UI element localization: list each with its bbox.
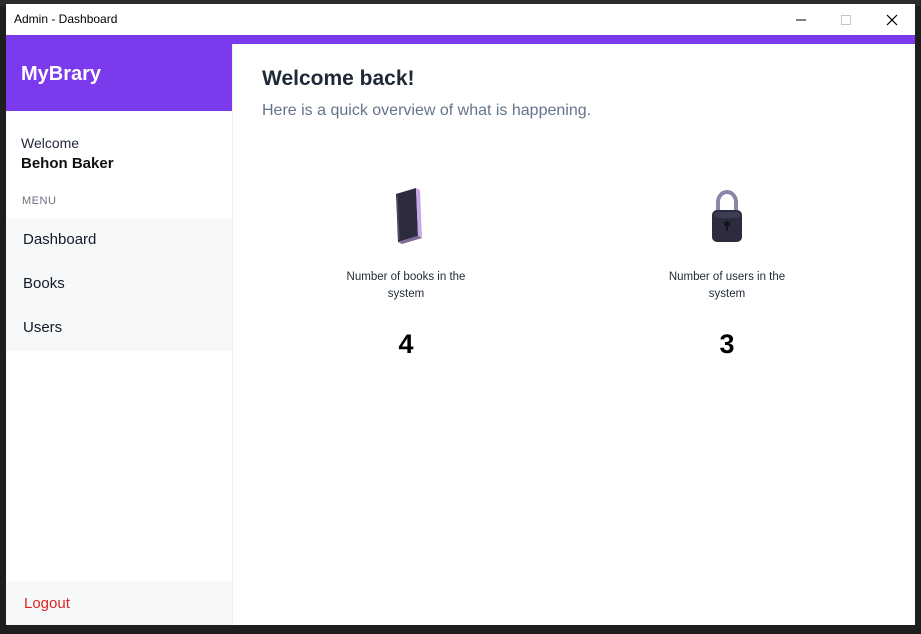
- sidebar-menu: Dashboard Books Users: [6, 218, 232, 351]
- stat-label: Number of books in the system: [346, 271, 466, 300]
- minimize-icon: [796, 19, 806, 20]
- minimize-button[interactable]: [778, 4, 824, 35]
- main-content: Welcome back! Here is a quick overview o…: [233, 44, 915, 625]
- sidebar-item-label: Dashboard: [23, 231, 97, 248]
- sidebar-item-dashboard[interactable]: Dashboard: [6, 218, 232, 262]
- stat-label: Number of users in the system: [668, 271, 786, 300]
- sidebar-item-books[interactable]: Books: [6, 262, 232, 306]
- stat-value: 3: [719, 329, 735, 359]
- page-title: Welcome back!: [262, 67, 415, 90]
- menu-header: MENU: [22, 195, 57, 207]
- brand-name: MyBrary: [21, 63, 102, 85]
- stat-card-books: Number of books in the system 4: [306, 184, 506, 364]
- sidebar-item-label: Users: [23, 319, 63, 336]
- sidebar: MyBrary Welcome Behon Baker MENU Dashboa…: [6, 44, 233, 625]
- padlock-icon: [712, 190, 742, 242]
- accent-bar: [6, 35, 915, 44]
- welcome-label: Welcome: [21, 135, 80, 151]
- maximize-button[interactable]: [823, 4, 869, 35]
- maximize-icon: [841, 14, 851, 25]
- stat-card-users: Number of users in the system 3: [627, 184, 827, 364]
- logout-area: Logout: [6, 581, 232, 625]
- logout-button[interactable]: Logout: [24, 595, 70, 612]
- close-icon: [886, 14, 898, 25]
- stat-value: 4: [398, 329, 414, 359]
- book-icon: [396, 188, 422, 244]
- sidebar-item-users[interactable]: Users: [6, 306, 232, 350]
- sidebar-item-label: Books: [23, 275, 65, 292]
- title-bar[interactable]: Admin - Dashboard: [6, 4, 915, 35]
- window-title: Admin - Dashboard: [14, 12, 118, 26]
- user-name: Behon Baker: [21, 155, 114, 172]
- page-subtitle: Here is a quick overview of what is happ…: [262, 102, 592, 119]
- close-button[interactable]: [869, 4, 915, 35]
- brand-header: MyBrary: [6, 44, 232, 111]
- app-window: Admin - Dashboard MyBrary Welcome Behon …: [6, 4, 915, 625]
